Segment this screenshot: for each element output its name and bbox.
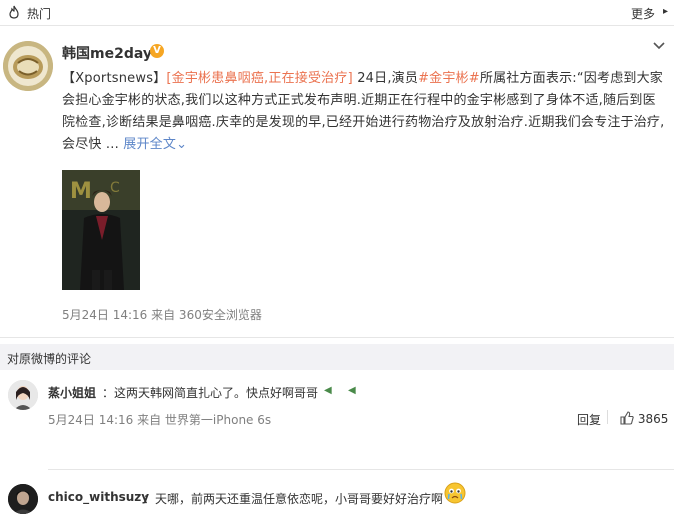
comment-like-button[interactable]: 3865 bbox=[620, 411, 668, 426]
divider bbox=[607, 410, 608, 424]
chevron-down-icon[interactable] bbox=[652, 39, 666, 53]
comment-list: 蒸小姐姐 ：这两天韩网简直扎心了。快点好啊哥哥 ◀ ◀ 5月24日 14:16 … bbox=[0, 370, 674, 516]
avatar[interactable] bbox=[8, 380, 38, 410]
reply-button[interactable]: 回复 bbox=[577, 411, 601, 428]
comments-title: 对原微博的评论 bbox=[7, 352, 92, 366]
chevron-down-icon: ⌄ bbox=[176, 137, 188, 152]
post-image[interactable]: M C bbox=[62, 170, 140, 290]
post-text: 【Xportsnews】[金宇彬患鼻咽癌,正在接受治疗] 24日,演员#金宇彬#… bbox=[62, 68, 668, 156]
comment-text: ：天哪，前两天还重温任意依恋呢，小哥哥要好好治疗啊 bbox=[143, 492, 444, 506]
svg-text:C: C bbox=[110, 180, 120, 196]
verified-icon: V bbox=[150, 44, 164, 58]
avatar[interactable] bbox=[8, 484, 38, 514]
expand-link[interactable]: 展开全文⌄ bbox=[123, 137, 187, 152]
comment-text: ：这两天韩网简直扎心了。快点好啊哥哥 bbox=[102, 386, 319, 400]
text-part1: 24日,演员 bbox=[352, 71, 419, 86]
comment-author[interactable]: 蒸小姐姐 bbox=[48, 384, 96, 401]
more-link[interactable]: 更多 bbox=[631, 5, 655, 22]
headline-link[interactable]: [金宇彬患鼻咽癌,正在接受治疗] bbox=[166, 71, 352, 86]
post-meta: 5月24日 14:16 来自 360安全浏览器 bbox=[62, 308, 262, 322]
comment-divider bbox=[48, 469, 674, 470]
crying-emoji-icon bbox=[444, 482, 466, 504]
author-name[interactable]: 韩国me2day bbox=[62, 43, 152, 63]
fire-icon bbox=[9, 5, 19, 19]
sticker-icon: ◀ bbox=[348, 385, 356, 396]
chevron-right-icon[interactable]: ▸ bbox=[663, 6, 668, 17]
comment-author[interactable]: chico_withsuzy bbox=[48, 490, 149, 504]
hot-label: 热门 bbox=[27, 7, 52, 21]
avatar[interactable] bbox=[3, 41, 53, 91]
thumbs-up-icon bbox=[620, 411, 634, 425]
comments-section: 对原微博的评论 蒸小姐姐 ：这两天韩网简直扎心了。快点好啊哥哥 ◀ ◀ 5月24… bbox=[0, 344, 674, 516]
comment-like-count: 3865 bbox=[637, 412, 669, 426]
svg-text:M: M bbox=[70, 179, 92, 204]
comment-meta: 5月24日 14:16 来自 世界第一iPhone 6s bbox=[48, 413, 272, 427]
hashtag-link[interactable]: #金宇彬# bbox=[418, 71, 480, 86]
sticker-icon: ◀ bbox=[324, 385, 332, 396]
hot-header: 热门 更多 ▸ bbox=[0, 0, 674, 26]
source-prefix: 【Xportsnews】 bbox=[62, 71, 167, 86]
